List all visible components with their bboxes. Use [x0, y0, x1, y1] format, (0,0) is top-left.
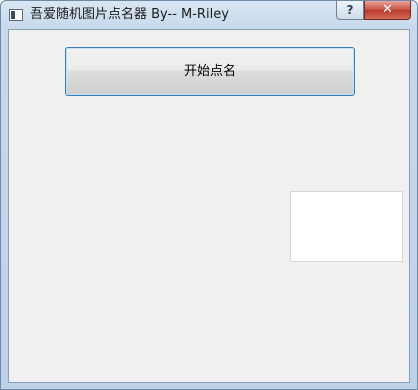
- start-roll-call-button[interactable]: 开始点名: [65, 47, 355, 96]
- main-panel: 开始点名: [8, 29, 410, 383]
- window-title: 吾爱随机图片点名器 By-- M-Riley: [30, 7, 229, 22]
- app-window-icon[interactable]: [9, 9, 23, 21]
- close-button[interactable]: ✕: [364, 1, 411, 20]
- title-bar[interactable]: 吾爱随机图片点名器 By-- M-Riley ? ✕: [1, 1, 417, 29]
- picture-display-area: [290, 191, 403, 262]
- app-window: 吾爱随机图片点名器 By-- M-Riley ? ✕ 开始点名: [0, 0, 418, 390]
- help-button[interactable]: ?: [336, 1, 364, 20]
